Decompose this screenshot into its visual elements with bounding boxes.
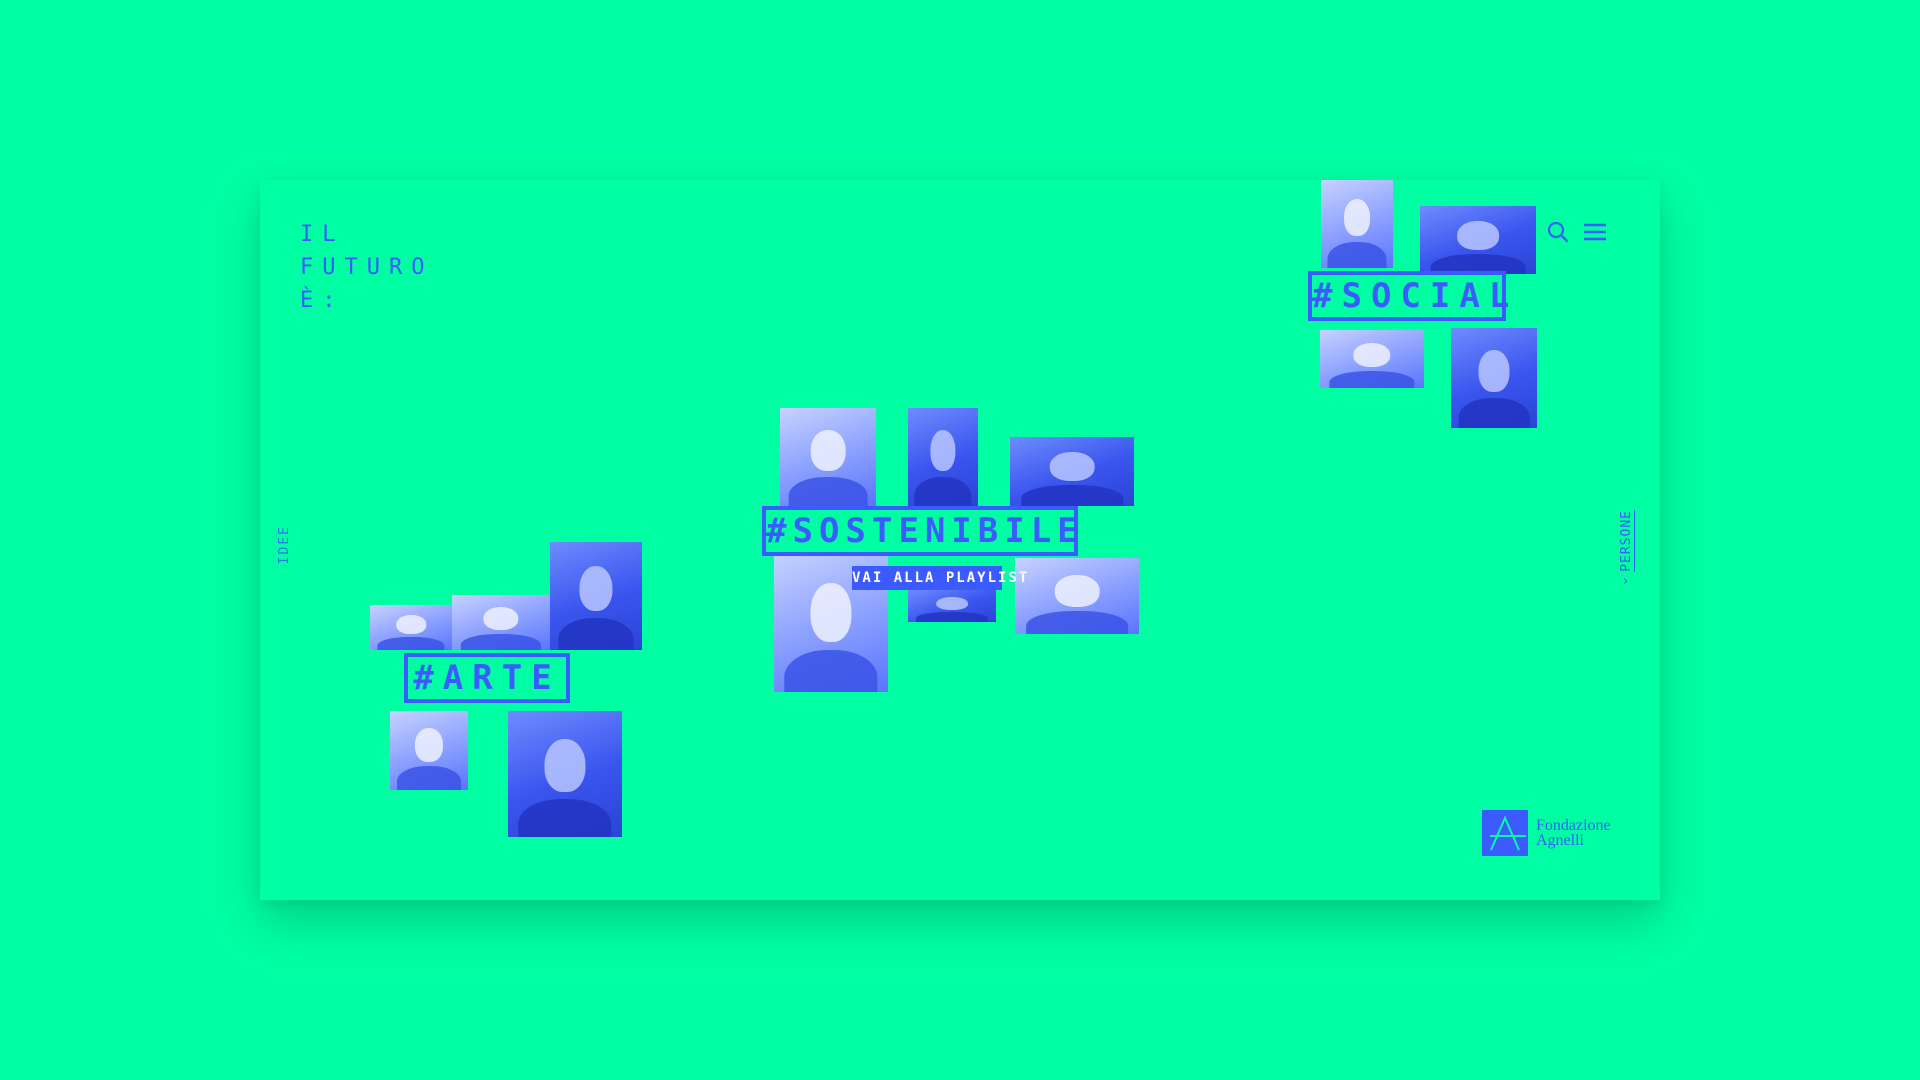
social-photo-2[interactable] [1420,206,1536,274]
page-title: IL FUTURO È: [300,218,433,317]
arte-photo-5[interactable] [508,711,622,837]
social-photo-1[interactable] [1321,180,1393,268]
tag-sostenibile[interactable]: #SOSTENIBILE [762,506,1078,556]
search-icon[interactable] [1546,220,1570,244]
tag-social[interactable]: #SOCIAL [1308,271,1509,321]
side-nav-persone-label[interactable]: PERSONE [1619,510,1634,572]
logo-line-2: Agnelli [1536,832,1584,849]
playlist-button[interactable]: VAI ALLA PLAYLIST [852,566,1027,590]
tag-arte[interactable]: #ARTE [404,653,570,703]
arte-photo-1[interactable] [370,605,452,650]
arte-photo-4[interactable] [390,711,468,790]
sostenibile-photo-5[interactable] [908,590,996,622]
side-nav-persone[interactable]: PERSONE › [1619,510,1634,589]
sostenibile-photo-2[interactable] [908,408,978,506]
menu-icon[interactable] [1582,221,1608,243]
sostenibile-photo-3[interactable] [1010,437,1134,506]
sostenibile-photo-6[interactable] [1015,558,1139,634]
side-nav-idee[interactable]: IDEE [277,525,292,564]
social-photo-4[interactable] [1451,328,1537,428]
social-photo-3[interactable] [1320,330,1424,388]
arte-photo-2[interactable] [452,595,550,650]
title-line-2: FUTURO [300,255,434,280]
main-card: IL FUTURO È: IDEE PERSONE › #SOCIAL #SOS… [260,180,1660,900]
header-actions [1546,220,1608,244]
fondazione-agnelli-logo-icon [1482,810,1528,856]
title-line-3: È: [300,288,345,313]
logo-line-1: Fondazione [1536,817,1611,834]
chevron-right-icon: › [1621,573,1632,589]
arte-photo-3[interactable] [550,542,642,650]
title-line-1: IL [300,222,345,247]
sostenibile-photo-1[interactable] [780,408,876,506]
footer-logo[interactable]: Fondazione Agnelli [1482,810,1611,856]
logo-text: Fondazione Agnelli [1536,817,1611,849]
